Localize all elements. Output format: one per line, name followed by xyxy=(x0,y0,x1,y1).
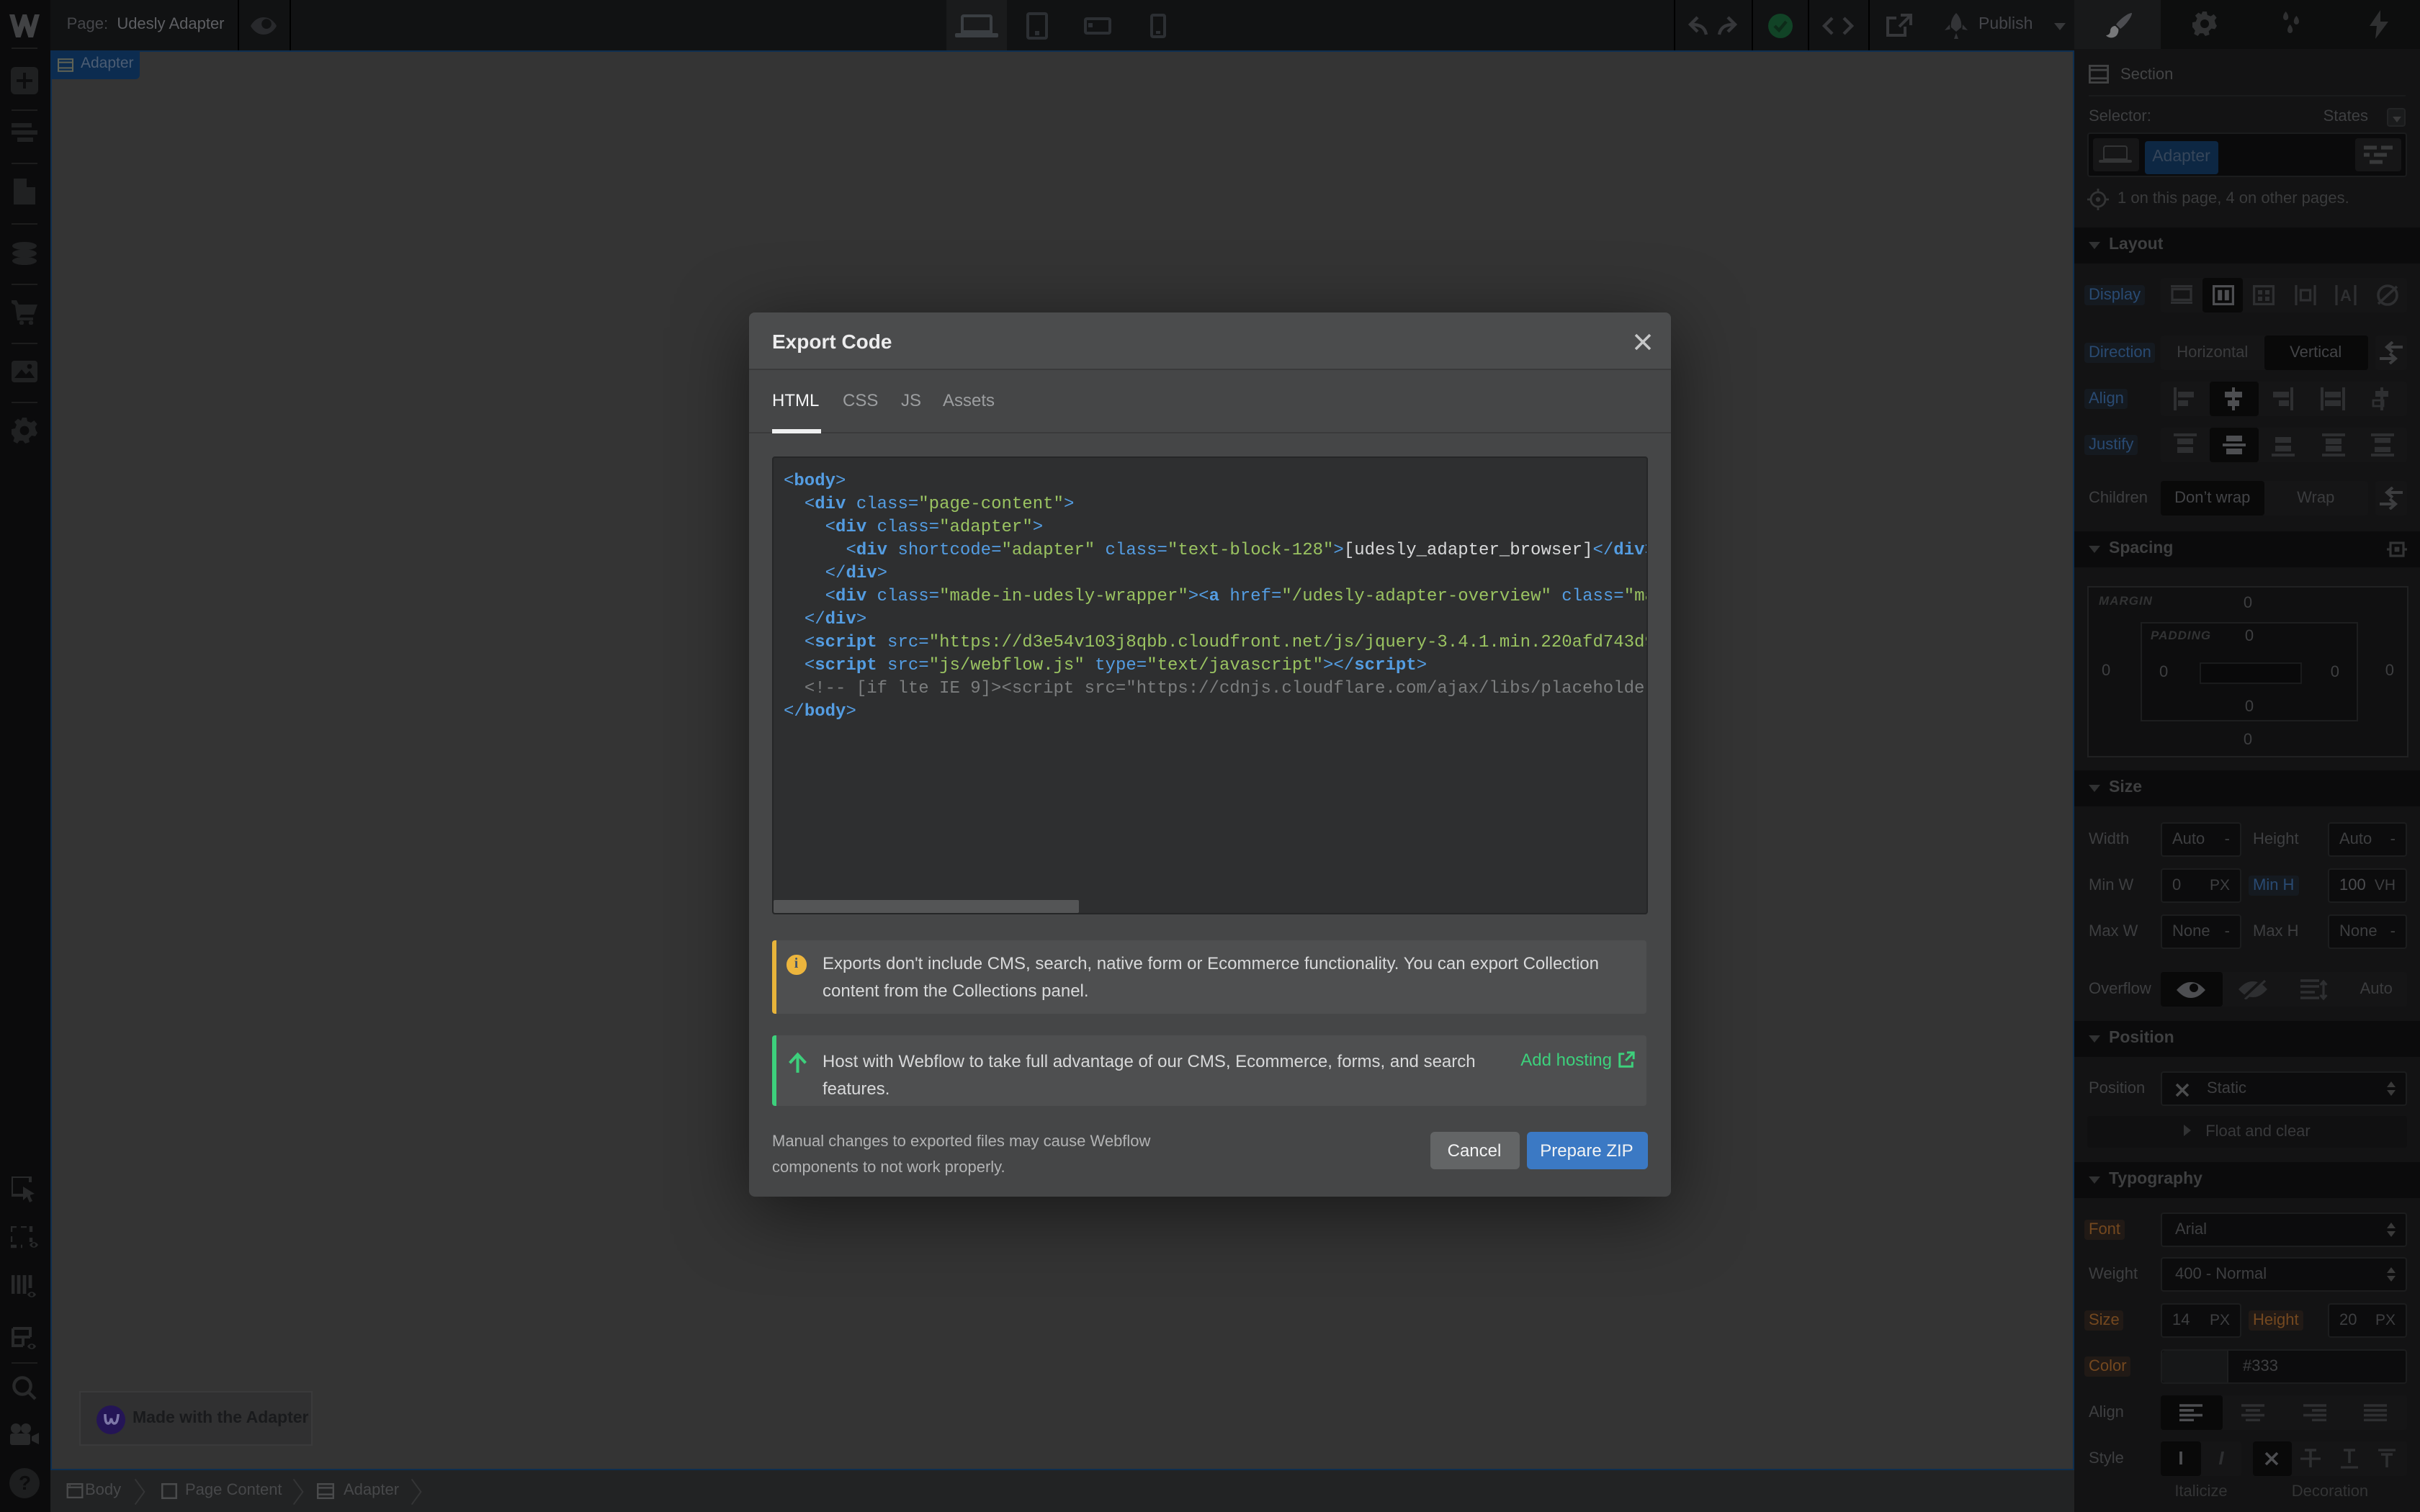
svg-text:A: A xyxy=(2340,286,2352,304)
